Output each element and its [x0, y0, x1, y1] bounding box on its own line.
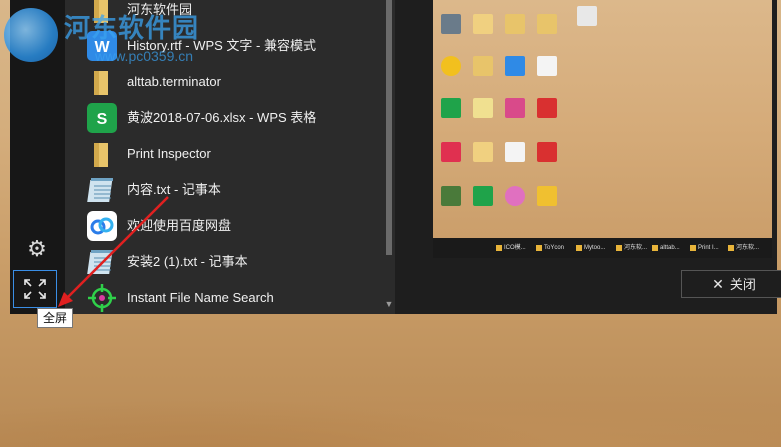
- annotation-arrow: [58, 196, 169, 307]
- tooltip: 全屏: [37, 308, 74, 328]
